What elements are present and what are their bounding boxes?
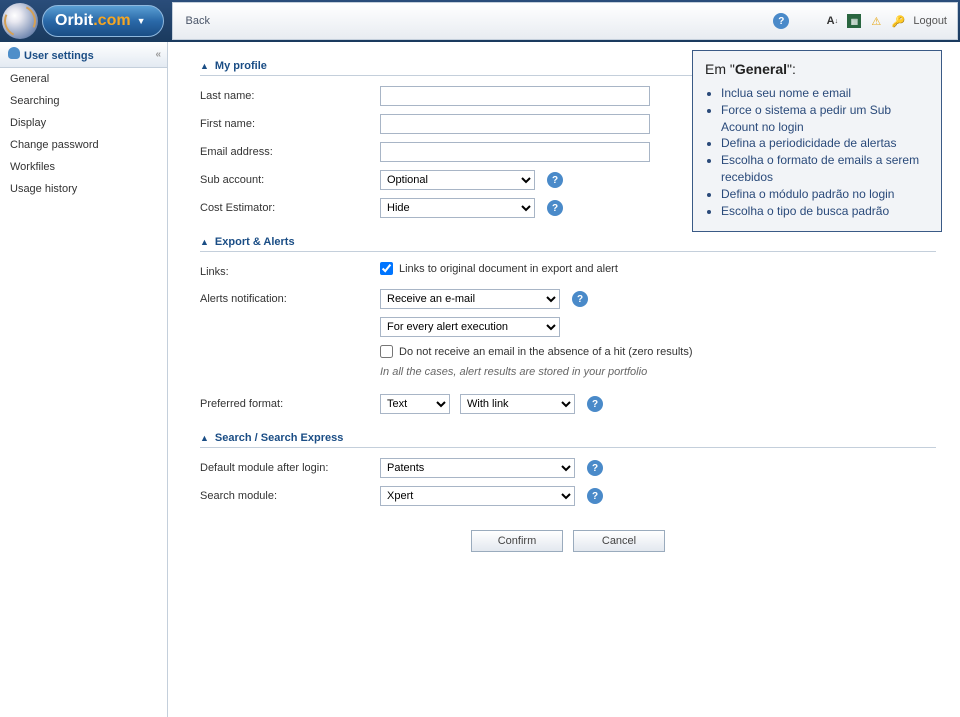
app-grid-icon[interactable]: ▦ <box>847 14 861 28</box>
triangle-up-icon: ▲ <box>200 237 209 247</box>
hint-item: Escolha o formato de emails a serem rece… <box>721 152 929 186</box>
font-size-icon[interactable]: A↓ <box>825 14 839 28</box>
first-name-input[interactable] <box>380 114 650 134</box>
alerts-frequency-select[interactable]: For every alert execution <box>380 317 560 337</box>
hint-item: Escolha o tipo de busca padrão <box>721 203 929 220</box>
sub-account-select[interactable]: Optional <box>380 170 535 190</box>
help-icon[interactable]: ? <box>587 488 603 504</box>
help-icon[interactable]: ? <box>773 13 789 29</box>
sidebar-item-display[interactable]: Display <box>0 112 167 134</box>
links-label: Links: <box>200 266 380 278</box>
links-checkbox[interactable] <box>380 262 393 275</box>
triangle-up-icon: ▲ <box>200 61 209 71</box>
alerts-notification-label: Alerts notification: <box>200 293 380 305</box>
search-module-select[interactable]: Xpert <box>380 486 575 506</box>
triangle-up-icon: ▲ <box>200 433 209 443</box>
section-export-alerts[interactable]: ▲ Export & Alerts <box>200 236 936 252</box>
chevron-down-icon: ▼ <box>137 16 146 26</box>
cost-estimator-label: Cost Estimator: <box>200 202 380 214</box>
default-module-label: Default module after login: <box>200 462 380 474</box>
hint-title: Em "General": <box>705 61 929 77</box>
help-icon[interactable]: ? <box>547 200 563 216</box>
help-icon[interactable]: ? <box>587 396 603 412</box>
sidebar-header[interactable]: User settings « <box>0 42 167 68</box>
warning-icon[interactable]: ⚠ <box>869 14 883 28</box>
sidebar-item-usage-history[interactable]: Usage history <box>0 178 167 200</box>
logout-link[interactable]: Logout <box>913 15 947 27</box>
content-area: ▲ My profile Last name: First name: Emai… <box>168 42 960 717</box>
hint-item: Defina a periodicidade de alertas <box>721 135 929 152</box>
help-icon[interactable]: ? <box>587 460 603 476</box>
preferred-link-select[interactable]: With link <box>460 394 575 414</box>
brand-pill: Orbit.com ▼ <box>42 5 164 37</box>
search-module-label: Search module: <box>200 490 380 502</box>
topbar-right: ? A↓ ▦ ⚠ 🔑 Logout <box>773 13 957 29</box>
email-label: Email address: <box>200 146 380 158</box>
preferred-format-label: Preferred format: <box>200 398 380 410</box>
brand-logo[interactable]: Orbit.com ▼ <box>0 3 164 39</box>
default-module-select[interactable]: Patents <box>380 458 575 478</box>
section-search[interactable]: ▲ Search / Search Express <box>200 432 936 448</box>
preferred-format-select[interactable]: Text <box>380 394 450 414</box>
last-name-label: Last name: <box>200 90 380 102</box>
last-name-input[interactable] <box>380 86 650 106</box>
sidebar-item-workfiles[interactable]: Workfiles <box>0 156 167 178</box>
cost-estimator-select[interactable]: Hide <box>380 198 535 218</box>
help-icon[interactable]: ? <box>547 172 563 188</box>
help-icon[interactable]: ? <box>572 291 588 307</box>
sidebar: User settings « General Searching Displa… <box>0 42 168 717</box>
user-icon <box>8 47 20 59</box>
brand-name: Orbit.com <box>55 12 131 30</box>
confirm-button[interactable]: Confirm <box>471 530 563 552</box>
toolbar-strip: Back ? A↓ ▦ ⚠ 🔑 Logout <box>172 2 958 40</box>
links-checkbox-label: Links to original document in export and… <box>399 263 618 275</box>
orbit-globe-icon <box>2 3 38 39</box>
storage-note: In all the cases, alert results are stor… <box>380 366 647 378</box>
sub-account-label: Sub account: <box>200 174 380 186</box>
cancel-button[interactable]: Cancel <box>573 530 665 552</box>
sidebar-item-change-password[interactable]: Change password <box>0 134 167 156</box>
hint-item: Force o sistema a pedir um Sub Acount no… <box>721 102 929 136</box>
back-link[interactable]: Back <box>185 15 209 27</box>
alerts-notification-select[interactable]: Receive an e-mail <box>380 289 560 309</box>
hint-item: Inclua seu nome e email <box>721 85 929 102</box>
first-name-label: First name: <box>200 118 380 130</box>
hint-callout: Em "General": Inclua seu nome e email Fo… <box>692 50 942 232</box>
key-icon[interactable]: 🔑 <box>891 14 905 28</box>
hint-item: Defina o módulo padrão no login <box>721 186 929 203</box>
button-bar: Confirm Cancel <box>200 530 936 552</box>
top-bar: Orbit.com ▼ Back ? A↓ ▦ ⚠ 🔑 Logout <box>0 0 960 42</box>
no-receive-label: Do not receive an email in the absence o… <box>399 346 692 358</box>
email-input[interactable] <box>380 142 650 162</box>
collapse-icon[interactable]: « <box>155 49 159 60</box>
sidebar-item-searching[interactable]: Searching <box>0 90 167 112</box>
sidebar-item-general[interactable]: General <box>0 68 167 90</box>
no-receive-checkbox[interactable] <box>380 345 393 358</box>
